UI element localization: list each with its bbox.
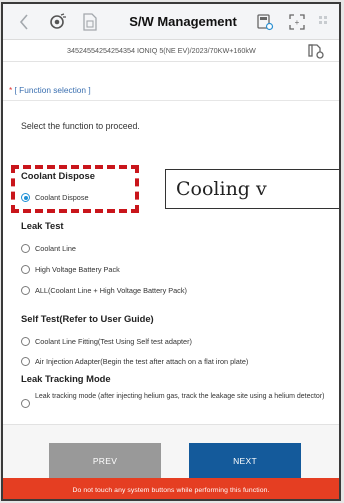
- option-label: High Voltage Battery Pack: [35, 265, 120, 274]
- radio[interactable]: [21, 399, 30, 408]
- option-label: Coolant Line Fitting(Test Using Self tes…: [35, 337, 192, 346]
- option-label: Air Injection Adapter(Begin the test aft…: [35, 357, 249, 366]
- option-coolant-line[interactable]: Coolant Line: [21, 242, 76, 255]
- group-self-test: Self Test(Refer to User Guide): [21, 313, 154, 324]
- radio[interactable]: [21, 357, 30, 366]
- top-bar: S/W Management +: [3, 4, 339, 40]
- fullscreen-icon[interactable]: +: [287, 12, 307, 32]
- option-leak-tracking-mode[interactable]: Leak tracking mode (after injecting heli…: [21, 393, 339, 408]
- next-button[interactable]: NEXT: [189, 443, 301, 479]
- chevron-left-icon[interactable]: [17, 12, 31, 32]
- group-leak-tracking: Leak Tracking Mode: [21, 373, 111, 384]
- vehicle-settings-icon[interactable]: [307, 43, 325, 59]
- highlight-box: [11, 165, 139, 213]
- option-label: Coolant Line: [35, 244, 76, 253]
- document-icon[interactable]: [81, 12, 99, 32]
- instruction-text: Select the function to proceed.: [21, 121, 140, 131]
- radio[interactable]: [21, 286, 30, 295]
- page-title: S/W Management: [129, 14, 237, 29]
- radio[interactable]: [21, 265, 30, 274]
- group-leak-test: Leak Test: [21, 220, 64, 231]
- option-coolant-line-fitting[interactable]: Coolant Line Fitting(Test Using Self tes…: [21, 335, 192, 348]
- callout-label: Cooling v: [165, 169, 339, 209]
- option-label: Leak tracking mode (after injecting heli…: [35, 393, 325, 400]
- settings-device-icon[interactable]: [255, 12, 275, 32]
- app-window: S/W Management + 34524554254254354 IONIQ…: [1, 2, 341, 501]
- prev-button[interactable]: PREV: [49, 443, 161, 479]
- option-all[interactable]: ALL(Coolant Line + High Voltage Battery …: [21, 284, 187, 297]
- option-hv-battery-pack[interactable]: High Voltage Battery Pack: [21, 263, 120, 276]
- button-bar: PREV NEXT: [3, 424, 339, 479]
- device-icon[interactable]: [47, 12, 67, 32]
- warning-banner: Do not touch any system buttons while pe…: [3, 478, 339, 499]
- divider: [3, 100, 339, 101]
- svg-text:+: +: [295, 18, 300, 27]
- option-label: ALL(Coolant Line + High Voltage Battery …: [35, 286, 187, 295]
- grid-icon[interactable]: [317, 12, 333, 32]
- radio[interactable]: [21, 337, 30, 346]
- radio[interactable]: [21, 244, 30, 253]
- vehicle-info: 34524554254254354 IONIQ 5(NE EV)/2023/70…: [67, 46, 256, 55]
- vehicle-info-bar: 34524554254254354 IONIQ 5(NE EV)/2023/70…: [3, 40, 339, 62]
- section-title: * [ Function selection ]: [9, 85, 91, 95]
- option-air-injection-adapter[interactable]: Air Injection Adapter(Begin the test aft…: [21, 355, 248, 368]
